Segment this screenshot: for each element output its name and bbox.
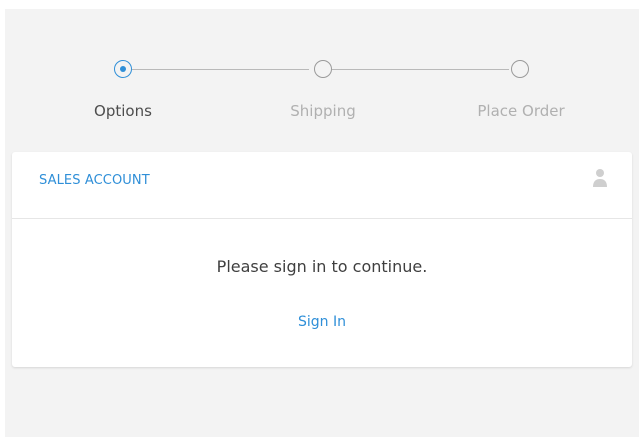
checkout-panel: Options Shipping Place Order SALES ACCOU… [5,9,639,437]
step-selected-dot [120,66,126,72]
step-shipping-radio-icon[interactable] [314,60,332,78]
stepper-connector [332,69,509,70]
sign-in-link[interactable]: Sign In [272,312,372,332]
step-place-order-label: Place Order [477,102,565,120]
user-icon [593,169,607,187]
step-options-label: Options [94,102,152,120]
step-place-order-radio-icon[interactable] [511,60,529,78]
step-options-radio-icon[interactable] [114,60,132,78]
checkout-stepper: Options Shipping Place Order [5,9,639,149]
step-shipping-label: Shipping [290,102,356,120]
stepper-connector [132,69,309,70]
sales-account-card: SALES ACCOUNT Please sign in to continue… [12,152,632,367]
sign-in-message: Please sign in to continue. [216,257,428,276]
card-header: SALES ACCOUNT [12,152,632,219]
card-title: SALES ACCOUNT [39,173,150,188]
